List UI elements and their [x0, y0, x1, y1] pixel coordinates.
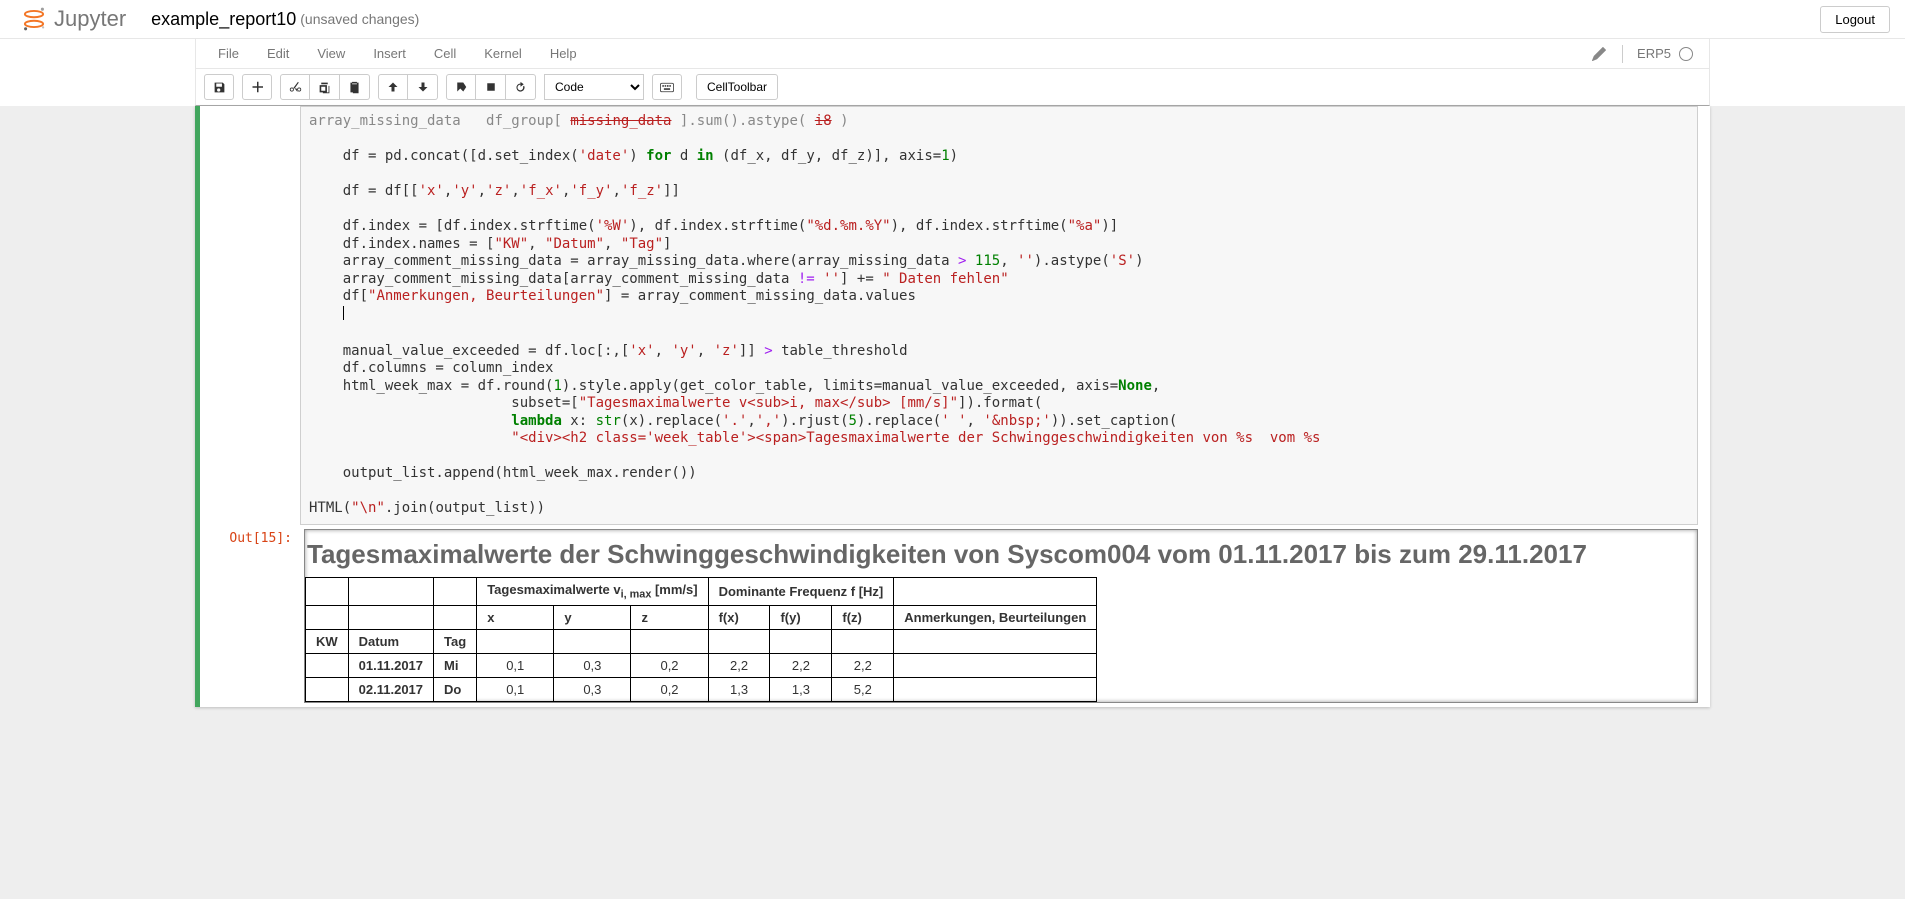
input-prompt — [200, 106, 300, 525]
logo-text: Jupyter — [54, 6, 126, 32]
insert-cell-button[interactable] — [242, 74, 272, 100]
table-caption: Tagesmaximalwerte der Schwinggeschwindig… — [305, 530, 1697, 578]
menu-cell[interactable]: Cell — [420, 40, 470, 67]
interrupt-button[interactable] — [476, 74, 506, 100]
kernel-status-icon — [1679, 47, 1693, 61]
menu-insert[interactable]: Insert — [359, 40, 420, 67]
menu-view[interactable]: View — [303, 40, 359, 67]
notebook-name[interactable]: example_report10 — [151, 9, 296, 30]
kernel-name: ERP5 — [1637, 46, 1671, 61]
copy-button[interactable] — [310, 74, 340, 100]
run-button[interactable] — [446, 74, 476, 100]
output-prompt: Out[15]: — [200, 525, 300, 707]
cell-toolbar-button[interactable]: CellToolbar — [696, 74, 778, 100]
code-input[interactable]: array_missing_data df_group[ missing_dat… — [300, 106, 1698, 525]
menu-file[interactable]: File — [204, 40, 253, 67]
output-data-table: Tagesmaximalwerte vi, max [mm/s] Dominan… — [305, 577, 1097, 702]
logout-button[interactable]: Logout — [1820, 6, 1890, 33]
command-palette-button[interactable] — [652, 74, 682, 100]
cell-type-select[interactable]: Code — [544, 74, 644, 100]
jupyter-logo[interactable]: Jupyter — [10, 5, 136, 33]
cut-button[interactable] — [280, 74, 310, 100]
table-row: 01.11.2017 Mi 0,1 0,3 0,2 2,2 2,2 2,2 — [306, 653, 1097, 677]
move-up-button[interactable] — [378, 74, 408, 100]
menu-kernel[interactable]: Kernel — [470, 40, 536, 67]
html-output: Tagesmaximalwerte der Schwinggeschwindig… — [304, 529, 1698, 703]
menu-edit[interactable]: Edit — [253, 40, 303, 67]
restart-button[interactable] — [506, 74, 536, 100]
paste-button[interactable] — [340, 74, 370, 100]
edit-mode-icon — [1592, 47, 1606, 61]
move-down-button[interactable] — [408, 74, 438, 100]
save-status: (unsaved changes) — [300, 11, 419, 27]
table-row: 02.11.2017 Do 0,1 0,3 0,2 1,3 1,3 5,2 — [306, 677, 1097, 701]
save-button[interactable] — [204, 74, 234, 100]
menu-help[interactable]: Help — [536, 40, 591, 67]
jupyter-icon — [20, 5, 48, 33]
